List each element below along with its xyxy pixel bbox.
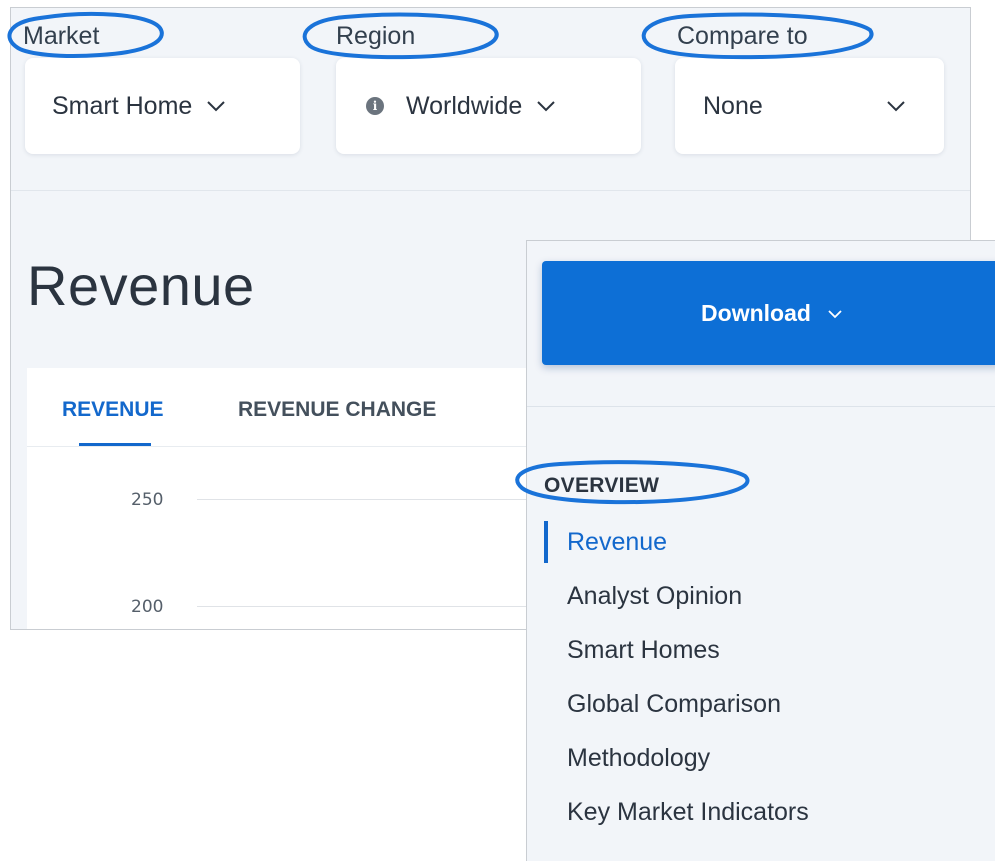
tab-revenue[interactable]: REVENUE <box>62 398 164 422</box>
nav-item-smart-homes[interactable]: Smart Homes <box>544 627 809 681</box>
nav-item-methodology[interactable]: Methodology <box>544 735 809 789</box>
y-tick-label: 250 <box>131 490 164 510</box>
side-panel: Download OVERVIEW Revenue Analyst Opinio… <box>526 240 995 861</box>
compare-to-dropdown[interactable]: None <box>675 58 944 154</box>
region-dropdown-value: Worldwide <box>406 91 523 120</box>
chevron-down-icon <box>206 95 226 118</box>
download-button[interactable]: Download <box>542 261 995 365</box>
chevron-down-icon <box>886 95 906 118</box>
y-tick-label: 200 <box>131 597 164 617</box>
side-divider <box>527 406 995 407</box>
nav-item-global-comparison[interactable]: Global Comparison <box>544 681 809 735</box>
nav-item-key-market-indicators[interactable]: Key Market Indicators <box>544 789 809 843</box>
chevron-down-icon <box>536 95 556 118</box>
tab-revenue-change[interactable]: REVENUE CHANGE <box>238 398 436 422</box>
info-icon[interactable]: i <box>366 97 384 115</box>
overview-nav: Revenue Analyst Opinion Smart Homes Glob… <box>544 519 809 843</box>
chevron-down-icon <box>827 303 843 324</box>
nav-item-revenue[interactable]: Revenue <box>544 519 809 573</box>
region-label: Region <box>336 22 416 50</box>
region-dropdown[interactable]: i Worldwide <box>336 58 641 154</box>
nav-item-analyst-opinion[interactable]: Analyst Opinion <box>544 573 809 627</box>
page-title: Revenue <box>27 254 255 317</box>
filter-divider <box>11 190 970 191</box>
compare-to-dropdown-value: None <box>703 91 763 120</box>
active-tab-indicator <box>79 443 151 446</box>
market-dropdown[interactable]: Smart Home <box>25 58 300 154</box>
download-button-label: Download <box>701 299 811 326</box>
market-label: Market <box>23 22 100 50</box>
overview-section-title: OVERVIEW <box>544 474 660 497</box>
compare-to-label: Compare to <box>677 22 808 50</box>
market-dropdown-value: Smart Home <box>52 91 193 120</box>
